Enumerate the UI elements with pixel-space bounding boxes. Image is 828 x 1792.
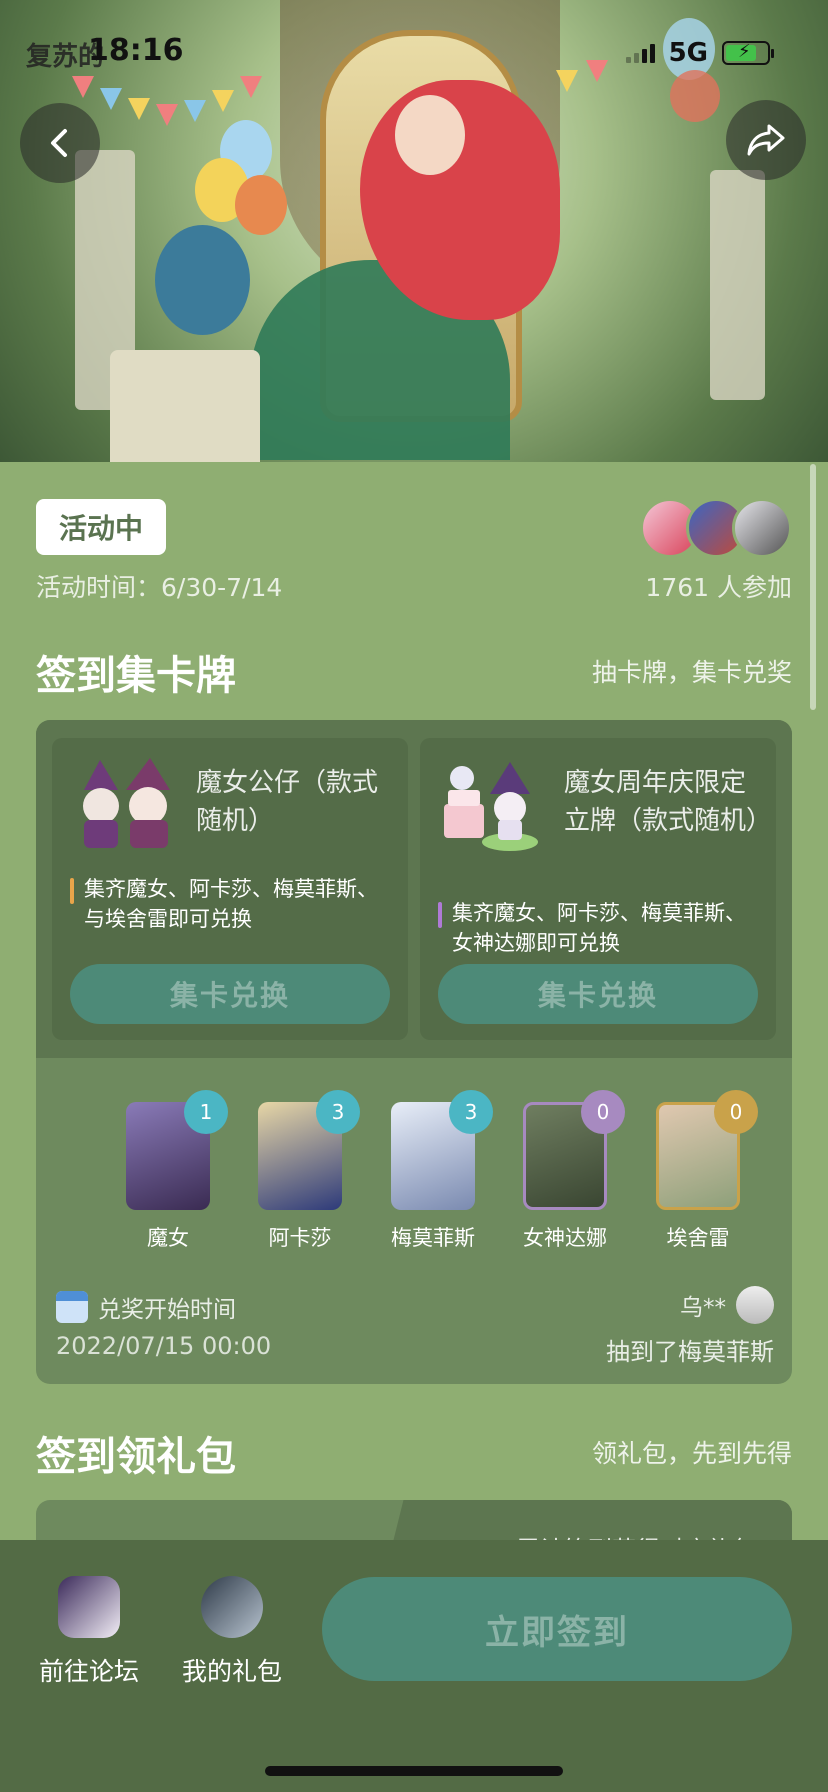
calendar-icon: [56, 1291, 88, 1323]
card-count-badge: 1: [184, 1090, 228, 1134]
activity-time: 活动时间：6/30-7/14: [36, 573, 283, 602]
redeem-button[interactable]: 集卡兑换: [438, 964, 758, 1024]
section-subtitle-cards: 抽卡牌，集卡兑奖: [591, 658, 792, 687]
card-count-badge: 0: [714, 1090, 758, 1134]
reward-condition-text: 集齐魔女、阿卡莎、梅莫菲斯、女神达娜即可兑换: [452, 901, 746, 955]
balloon: [235, 175, 287, 235]
share-icon: [747, 124, 785, 156]
redeem-label-text: 兑奖开始时间: [98, 1297, 236, 1323]
banner-face: [395, 95, 465, 175]
rewards-area: 魔女公仔（款式随机） 集齐魔女、阿卡莎、梅莫菲斯、与埃舍雷即可兑换 集卡兑换 魔…: [36, 720, 792, 1058]
bunting-flag: [72, 76, 94, 98]
my-gifts-button[interactable]: 我的礼包: [167, 1576, 297, 1688]
card-count-badge: 0: [581, 1090, 625, 1134]
avatar: [736, 1286, 774, 1324]
reward-item: 魔女周年庆限定立牌（款式随机） 集齐魔女、阿卡莎、梅莫菲斯、女神达娜即可兑换 集…: [420, 738, 776, 1040]
bunting-flag: [156, 104, 178, 126]
winner-text: 抽到了梅莫菲斯: [606, 1338, 774, 1366]
card-collection-row: 1 魔女 3 阿卡莎 3 梅莫菲斯 0 女神达娜 0 埃舍雷: [36, 1090, 792, 1272]
reward-item: 魔女公仔（款式随机） 集齐魔女、阿卡莎、梅莫菲斯、与埃舍雷即可兑换 集卡兑换: [52, 738, 408, 1040]
bunting-flag: [128, 98, 150, 120]
redeem-date: 2022/07/15 00:00: [56, 1332, 272, 1360]
reward-name: 魔女公仔（款式随机）: [196, 768, 379, 836]
bunting-flag: [240, 76, 262, 98]
my-gifts-label: 我的礼包: [181, 1657, 282, 1686]
network-label: 5G: [668, 38, 708, 68]
checkin-button[interactable]: 立即签到: [322, 1577, 792, 1681]
signal-icon: [625, 43, 655, 63]
reward-condition: 集齐魔女、阿卡莎、梅莫菲斯、与埃舍雷即可兑换: [70, 874, 390, 934]
forum-button[interactable]: 前往论坛: [24, 1576, 154, 1688]
winner-username: 乌**: [680, 1295, 726, 1321]
forum-label: 前往论坛: [38, 1657, 139, 1686]
card-collection-panel: 魔女公仔（款式随机） 集齐魔女、阿卡莎、梅莫菲斯、与埃舍雷即可兑换 集卡兑换 魔…: [36, 720, 792, 1384]
participant-count: 1761 人参加: [645, 573, 792, 602]
card-name: 女神达娜: [523, 1226, 607, 1250]
chevron-left-icon: [51, 129, 67, 157]
section-subtitle-gifts: 领礼包，先到先得: [591, 1439, 792, 1468]
winner-user: 乌**: [680, 1286, 774, 1324]
standee-thumbnail: [444, 762, 538, 851]
status-time: 18:16: [88, 33, 184, 68]
accent-bar: [438, 902, 442, 928]
accent-bar: [70, 878, 74, 904]
reward-condition: 集齐魔女、阿卡莎、梅莫菲斯、女神达娜即可兑换: [438, 898, 758, 958]
banner-frog-mascot: [155, 225, 250, 335]
back-button[interactable]: [20, 103, 100, 183]
bunting-flag: [100, 88, 122, 110]
section-title-cards: 签到集卡牌: [36, 653, 236, 699]
card-name: 梅莫菲斯: [391, 1226, 475, 1250]
card-name: 魔女: [147, 1226, 189, 1250]
redeem-button[interactable]: 集卡兑换: [70, 964, 390, 1024]
battery-icon: ⚡: [722, 41, 774, 65]
avatar: [732, 498, 792, 558]
gift-icon: [201, 1576, 263, 1638]
reward-name: 魔女周年庆限定立牌（款式随机）: [564, 768, 773, 836]
participant-avatars[interactable]: [640, 498, 792, 558]
card-count-badge: 3: [449, 1090, 493, 1134]
share-button[interactable]: [726, 100, 806, 180]
section-title-gifts: 签到领礼包: [36, 1434, 236, 1480]
balloon: [670, 70, 720, 122]
bunting-flag: [212, 90, 234, 112]
card-name: 埃舍雷: [666, 1226, 730, 1250]
status-indicators: 5G ⚡: [625, 38, 774, 68]
home-indicator: [265, 1766, 563, 1776]
redeem-start-label: 兑奖开始时间: [56, 1290, 236, 1324]
scrollbar[interactable]: [810, 464, 816, 710]
activity-status-badge: 活动中: [36, 499, 166, 555]
banner-pillar-right: [710, 170, 765, 400]
hero-banner: [0, 0, 828, 462]
card-count-badge: 3: [316, 1090, 360, 1134]
bunting-flag: [586, 60, 608, 82]
bottom-action-bar: 前往论坛 我的礼包 立即签到: [0, 1540, 828, 1792]
bunting-flag: [184, 100, 206, 122]
reward-condition-text: 集齐魔女、阿卡莎、梅莫菲斯、与埃舍雷即可兑换: [84, 877, 378, 931]
forum-icon: [58, 1576, 120, 1638]
banner-pedestal: [110, 350, 260, 462]
witch-figure-thumbnail: [83, 758, 170, 848]
card-name: 阿卡莎: [268, 1226, 332, 1250]
bunting-flag: [556, 70, 578, 92]
